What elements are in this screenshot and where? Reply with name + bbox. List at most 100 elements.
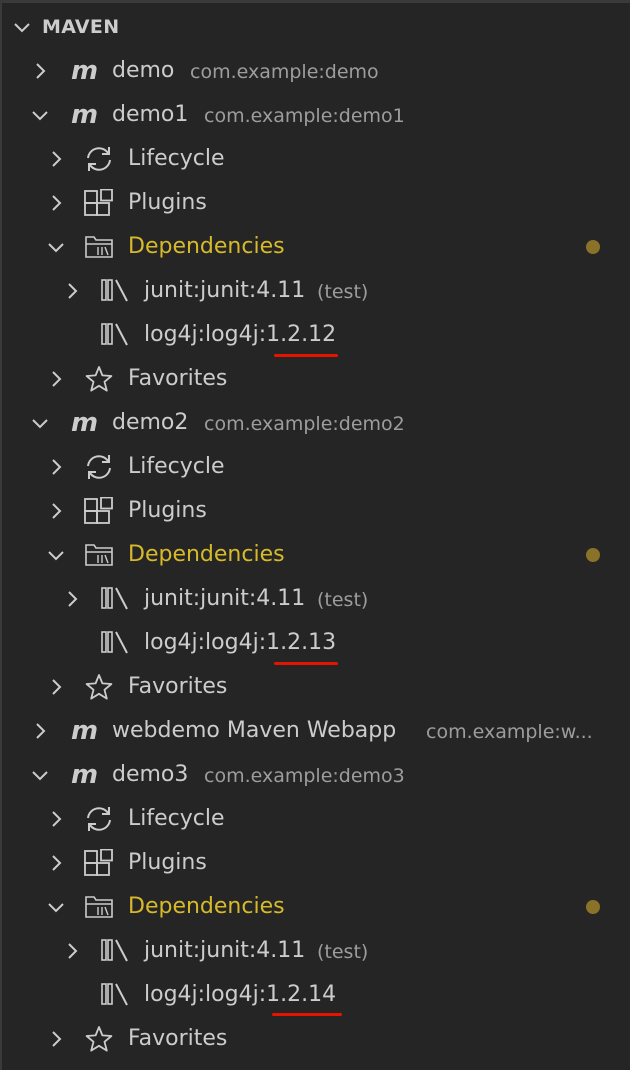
tree-label: Lifecycle bbox=[128, 146, 225, 171]
library-icon bbox=[100, 629, 130, 657]
dependency-scope: (test) bbox=[317, 589, 369, 611]
dependency-prefix: log4j:log4j: bbox=[144, 630, 267, 655]
library-folder-icon bbox=[84, 233, 114, 261]
chevron-right-icon[interactable] bbox=[46, 677, 66, 697]
tree-label: Favorites bbox=[128, 1026, 228, 1051]
tree-item-project-webdemo[interactable]: m webdemo Maven Webapp com.example:w... bbox=[0, 709, 630, 753]
svg-text:m: m bbox=[71, 409, 98, 437]
tree-label: Plugins bbox=[128, 850, 207, 875]
tree-label: Favorites bbox=[128, 674, 228, 699]
tree-item-lifecycle[interactable]: Lifecycle bbox=[0, 137, 630, 181]
tree-item-dependencies[interactable]: Dependencies bbox=[0, 225, 630, 269]
project-description: com.example:w... bbox=[426, 721, 593, 743]
library-icon bbox=[100, 981, 130, 1009]
maven-m-icon: m bbox=[70, 409, 100, 437]
tree-item-favorites[interactable]: Favorites bbox=[0, 665, 630, 709]
chevron-right-icon[interactable] bbox=[62, 941, 82, 961]
chevron-down-icon[interactable] bbox=[46, 897, 66, 917]
tree-label: Favorites bbox=[128, 366, 228, 391]
tree-label-modified: Dependencies bbox=[128, 234, 285, 259]
sync-icon bbox=[84, 805, 114, 833]
tree-item-dependencies[interactable]: Dependencies bbox=[0, 885, 630, 929]
dependency-version: 1.2.12 bbox=[266, 322, 337, 347]
dependency-id: junit:junit:4.11 bbox=[144, 586, 306, 611]
dependency-scope: (test) bbox=[317, 941, 369, 963]
maven-m-icon: m bbox=[70, 57, 100, 85]
library-icon bbox=[100, 585, 130, 613]
chevron-down-icon[interactable] bbox=[30, 105, 50, 125]
chevron-down-icon[interactable] bbox=[46, 545, 66, 565]
chevron-right-icon[interactable] bbox=[46, 457, 66, 477]
tree-label-modified: Dependencies bbox=[128, 542, 285, 567]
maven-section-header[interactable]: MAVEN bbox=[0, 5, 630, 49]
tree-item-dependency-log4j[interactable]: log4j:log4j:1.2.13 bbox=[0, 621, 630, 665]
chevron-down-icon[interactable] bbox=[12, 17, 32, 37]
chevron-right-icon[interactable] bbox=[46, 193, 66, 213]
project-name: demo1 bbox=[112, 102, 189, 127]
star-icon bbox=[84, 1025, 114, 1053]
tree-label: Plugins bbox=[128, 190, 207, 215]
chevron-right-icon[interactable] bbox=[46, 149, 66, 169]
panel-top-border bbox=[0, 0, 630, 3]
maven-m-icon: m bbox=[70, 717, 100, 745]
library-icon bbox=[100, 321, 130, 349]
dependency-prefix: log4j:log4j: bbox=[144, 322, 267, 347]
section-title: MAVEN bbox=[42, 16, 120, 38]
chevron-right-icon[interactable] bbox=[46, 369, 66, 389]
chevron-right-icon[interactable] bbox=[30, 61, 50, 81]
library-folder-icon bbox=[84, 893, 114, 921]
red-underline-annotation bbox=[272, 1013, 342, 1016]
project-description: com.example:demo1 bbox=[204, 105, 405, 127]
modified-dot-icon bbox=[586, 548, 600, 562]
star-icon bbox=[84, 365, 114, 393]
project-name: demo2 bbox=[112, 410, 189, 435]
tree-item-project-demo1[interactable]: m demo1 com.example:demo1 bbox=[0, 93, 630, 137]
project-name: demo3 bbox=[112, 762, 189, 787]
tree-item-dependency-log4j[interactable]: log4j:log4j:1.2.14 bbox=[0, 973, 630, 1017]
chevron-right-icon[interactable] bbox=[30, 721, 50, 741]
project-description: com.example:demo3 bbox=[204, 765, 405, 787]
tree-label: Plugins bbox=[128, 498, 207, 523]
chevron-down-icon[interactable] bbox=[30, 765, 50, 785]
tree-item-dependency-log4j[interactable]: log4j:log4j:1.2.12 bbox=[0, 313, 630, 357]
chevron-right-icon[interactable] bbox=[46, 501, 66, 521]
chevron-right-icon[interactable] bbox=[46, 809, 66, 829]
project-name: demo bbox=[112, 58, 175, 83]
dependency-id: log4j:log4j:1.2.14 bbox=[144, 973, 336, 1017]
tree-item-dependency-junit[interactable]: junit:junit:4.11 (test) bbox=[0, 577, 630, 621]
dependency-id: log4j:log4j:1.2.13 bbox=[144, 621, 336, 665]
tree-item-dependencies[interactable]: Dependencies bbox=[0, 533, 630, 577]
chevron-right-icon[interactable] bbox=[46, 853, 66, 873]
tree-item-plugins[interactable]: Plugins bbox=[0, 841, 630, 885]
chevron-right-icon[interactable] bbox=[62, 281, 82, 301]
dependency-id: junit:junit:4.11 bbox=[144, 938, 306, 963]
tree-item-dependency-junit[interactable]: junit:junit:4.11 (test) bbox=[0, 269, 630, 313]
library-icon bbox=[100, 937, 130, 965]
dependency-scope: (test) bbox=[317, 281, 369, 303]
tree-item-favorites[interactable]: Favorites bbox=[0, 1017, 630, 1061]
chevron-right-icon[interactable] bbox=[62, 589, 82, 609]
tree-item-project-demo[interactable]: m demo com.example:demo bbox=[0, 49, 630, 93]
dependency-id: junit:junit:4.11 bbox=[144, 278, 306, 303]
tree-item-lifecycle[interactable]: Lifecycle bbox=[0, 797, 630, 841]
tree-item-project-demo2[interactable]: m demo2 com.example:demo2 bbox=[0, 401, 630, 445]
extensions-icon bbox=[84, 497, 114, 525]
dependency-prefix: log4j:log4j: bbox=[144, 982, 267, 1007]
extensions-icon bbox=[84, 189, 114, 217]
tree-label-modified: Dependencies bbox=[128, 894, 285, 919]
tree-item-plugins[interactable]: Plugins bbox=[0, 489, 630, 533]
tree-item-plugins[interactable]: Plugins bbox=[0, 181, 630, 225]
sync-icon bbox=[84, 145, 114, 173]
tree-item-favorites[interactable]: Favorites bbox=[0, 357, 630, 401]
chevron-down-icon[interactable] bbox=[30, 413, 50, 433]
library-folder-icon bbox=[84, 541, 114, 569]
svg-text:m: m bbox=[71, 761, 98, 789]
modified-dot-icon bbox=[586, 900, 600, 914]
maven-m-icon: m bbox=[70, 101, 100, 129]
sync-icon bbox=[84, 453, 114, 481]
chevron-right-icon[interactable] bbox=[46, 1029, 66, 1049]
tree-item-lifecycle[interactable]: Lifecycle bbox=[0, 445, 630, 489]
tree-item-project-demo3[interactable]: m demo3 com.example:demo3 bbox=[0, 753, 630, 797]
chevron-down-icon[interactable] bbox=[46, 237, 66, 257]
tree-item-dependency-junit[interactable]: junit:junit:4.11 (test) bbox=[0, 929, 630, 973]
